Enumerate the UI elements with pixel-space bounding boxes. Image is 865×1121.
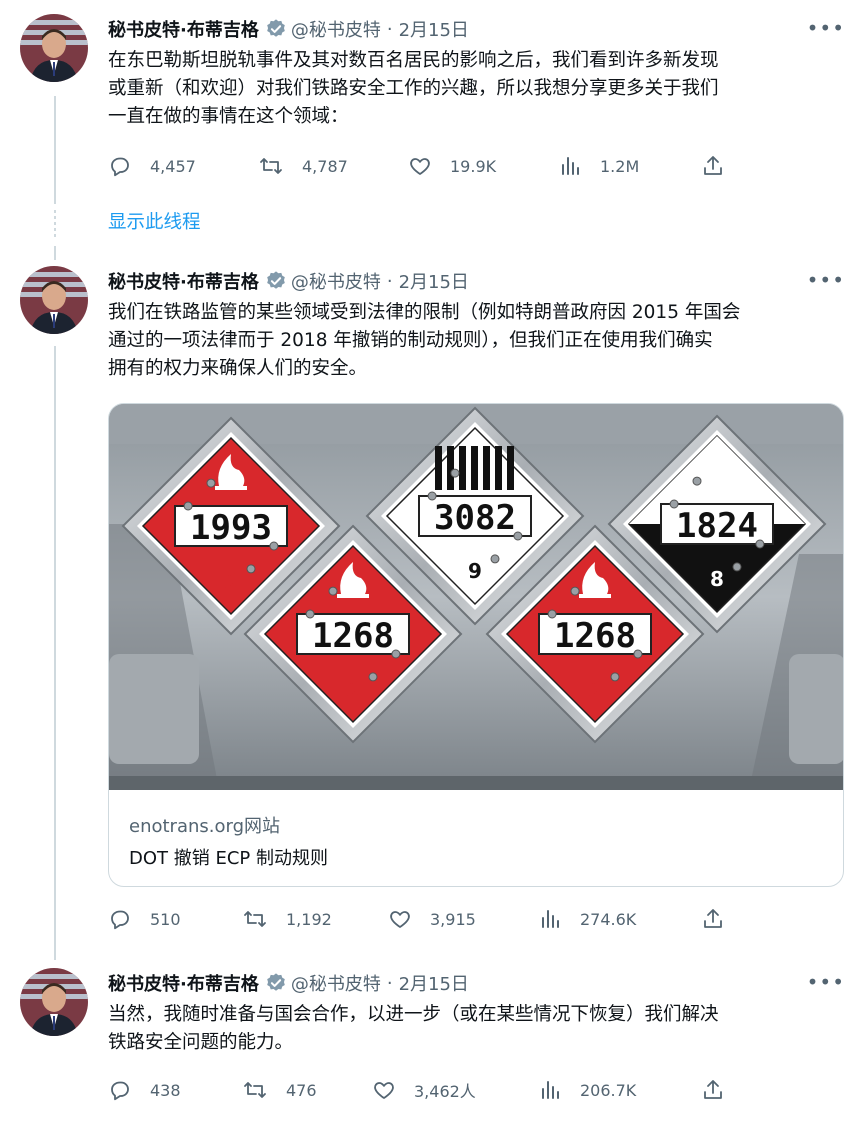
tweet[interactable]: 秘书皮特·布蒂吉格 @秘书皮特 · 2月15日 ••• 在东巴勒斯坦脱轨事件及其…	[0, 0, 865, 200]
text-line: 我们在铁路监管的某些领域受到法律的限制（例如特朗普政府因 2015 年国会	[108, 302, 741, 323]
verified-icon	[265, 270, 287, 292]
author-handle[interactable]: @秘书皮特	[291, 268, 381, 294]
tweet-header: 秘书皮特·布蒂吉格 @秘书皮特 · 2月15日 •••	[108, 970, 845, 996]
author-name[interactable]: 秘书皮特·布蒂吉格	[108, 268, 259, 294]
like-icon	[410, 158, 430, 175]
retweet-button[interactable]: 4,787	[258, 154, 348, 178]
author-handle[interactable]: @秘书皮特	[291, 970, 381, 996]
retweet-icon	[244, 1082, 266, 1098]
placard-class: 9	[468, 559, 482, 583]
retweet-button[interactable]: 476	[242, 1078, 317, 1102]
text-line: 在东巴勒斯坦脱轨事件及其对数百名居民的影响之后，我们看到许多新发现	[108, 50, 719, 71]
retweet-button[interactable]: 1,192	[242, 907, 332, 931]
retweet-count: 4,787	[302, 156, 348, 176]
placard-number: 1993	[190, 508, 272, 548]
avatar[interactable]	[20, 968, 88, 1036]
like-count: 19.9K	[450, 156, 497, 176]
author-name[interactable]: 秘书皮特·布蒂吉格	[108, 970, 259, 996]
placard-class: 8	[710, 567, 724, 591]
retweet-count: 1,192	[286, 909, 332, 929]
views-count: 274.6K	[580, 909, 637, 929]
views-icon	[562, 157, 579, 175]
tweet-date[interactable]: 2月15日	[399, 970, 469, 996]
retweet-count: 476	[286, 1080, 317, 1100]
tweet[interactable]: 秘书皮特·布蒂吉格 @秘书皮特 · 2月15日 ••• 当然，我随时准备与国会合…	[0, 954, 865, 1121]
share-button[interactable]	[702, 1078, 742, 1102]
reply-button[interactable]: 510	[108, 907, 181, 931]
share-icon	[704, 1080, 722, 1099]
show-thread-link[interactable]: 显示此线程	[108, 208, 201, 234]
views-button[interactable]: 274.6K	[540, 907, 636, 931]
tweet-header: 秘书皮特·布蒂吉格 @秘书皮特 · 2月15日 •••	[108, 16, 845, 42]
share-icon	[704, 156, 722, 175]
retweet-icon	[260, 158, 282, 174]
card-domain[interactable]: enotrans.org网站	[129, 812, 280, 838]
separator: ·	[386, 270, 393, 292]
share-button[interactable]	[702, 154, 742, 178]
text-line: 当然，我随时准备与国会合作，以进一步（或在某些情况下恢复）我们解决	[108, 1004, 719, 1025]
views-icon	[542, 1081, 559, 1099]
like-button[interactable]: 3,915	[388, 907, 476, 931]
share-button[interactable]	[702, 907, 742, 931]
text-line: 拥有的权力来确保人们的安全。	[108, 358, 368, 379]
link-card[interactable]: 1993 3 3082 9 1824 8 1268 3 1268 3 enotrans.org网站…	[108, 403, 844, 887]
separator: ·	[386, 18, 393, 40]
like-icon	[374, 1082, 394, 1099]
reply-button[interactable]: 438	[108, 1078, 181, 1102]
placard-number: 1268	[554, 616, 636, 656]
views-count: 206.7K	[580, 1080, 637, 1100]
tweet-actions: 438 476 3,462人 206.7K	[108, 1078, 728, 1104]
card-image: 1993 3 3082 9 1824 8 1268 3 1268 3	[109, 404, 843, 790]
avatar[interactable]	[20, 14, 88, 82]
avatar[interactable]	[20, 266, 88, 334]
card-title[interactable]: DOT 撤销 ECP 制动规则	[129, 844, 328, 870]
placard-number: 3082	[434, 498, 516, 538]
reply-icon	[111, 910, 129, 930]
separator: ·	[386, 972, 393, 994]
more-icon[interactable]: •••	[807, 268, 845, 292]
tweet-text: 当然，我随时准备与国会合作，以进一步（或在某些情况下恢复）我们解决 铁路安全问题…	[108, 1001, 848, 1057]
placard-class: 3	[588, 677, 602, 701]
retweet-icon	[244, 911, 266, 927]
verified-icon	[265, 18, 287, 40]
tweet-date[interactable]: 2月15日	[399, 16, 469, 42]
like-count: 3,462人	[414, 1082, 476, 1101]
text-line: 通过的一项法律而于 2018 年撤销的制动规则），但我们正在使用我们确实	[108, 330, 713, 351]
placard-class: 3	[346, 677, 360, 701]
tweet-header: 秘书皮特·布蒂吉格 @秘书皮特 · 2月15日 •••	[108, 268, 845, 294]
like-count: 3,915	[430, 909, 476, 929]
placard-number: 1268	[312, 616, 394, 656]
reply-icon	[111, 1081, 129, 1101]
thread-dots	[54, 210, 56, 240]
author-handle[interactable]: @秘书皮特	[291, 16, 381, 42]
tweet-actions: 510 1,192 3,915 274.6K	[108, 907, 728, 933]
reply-count: 510	[150, 909, 181, 929]
like-icon	[390, 911, 410, 928]
text-line: 或重新（和欢迎）对我们铁路安全工作的兴趣，所以我想分享更多关于我们	[108, 78, 719, 99]
share-icon	[704, 909, 722, 928]
like-button[interactable]: 19.9K	[408, 154, 496, 178]
placard-number: 1824	[676, 506, 758, 546]
tweet-date[interactable]: 2月15日	[399, 268, 469, 294]
views-button[interactable]: 1.2M	[560, 154, 639, 178]
more-icon[interactable]: •••	[807, 970, 845, 994]
tweet-text: 在东巴勒斯坦脱轨事件及其对数百名居民的影响之后，我们看到许多新发现 或重新（和欢…	[108, 47, 848, 131]
reply-count: 4,457	[150, 156, 196, 176]
verified-icon	[265, 972, 287, 994]
reply-button[interactable]: 4,457	[108, 154, 196, 178]
views-count: 1.2M	[600, 156, 640, 176]
reply-icon	[111, 157, 129, 177]
views-icon	[542, 910, 559, 928]
placard-class: 3	[224, 569, 238, 593]
like-button[interactable]: 3,462人	[372, 1078, 476, 1102]
author-name[interactable]: 秘书皮特·布蒂吉格	[108, 16, 259, 42]
more-icon[interactable]: •••	[807, 16, 845, 40]
text-line: 一直在做的事情在这个领域：	[108, 106, 349, 127]
reply-count: 438	[150, 1080, 181, 1100]
views-button[interactable]: 206.7K	[540, 1078, 636, 1102]
tweet-actions: 4,457 4,787 19.9K 1.2M	[108, 154, 728, 180]
text-line: 铁路安全问题的能力。	[108, 1032, 294, 1053]
tweet-text: 我们在铁路监管的某些领域受到法律的限制（例如特朗普政府因 2015 年国会 通过…	[108, 299, 848, 383]
